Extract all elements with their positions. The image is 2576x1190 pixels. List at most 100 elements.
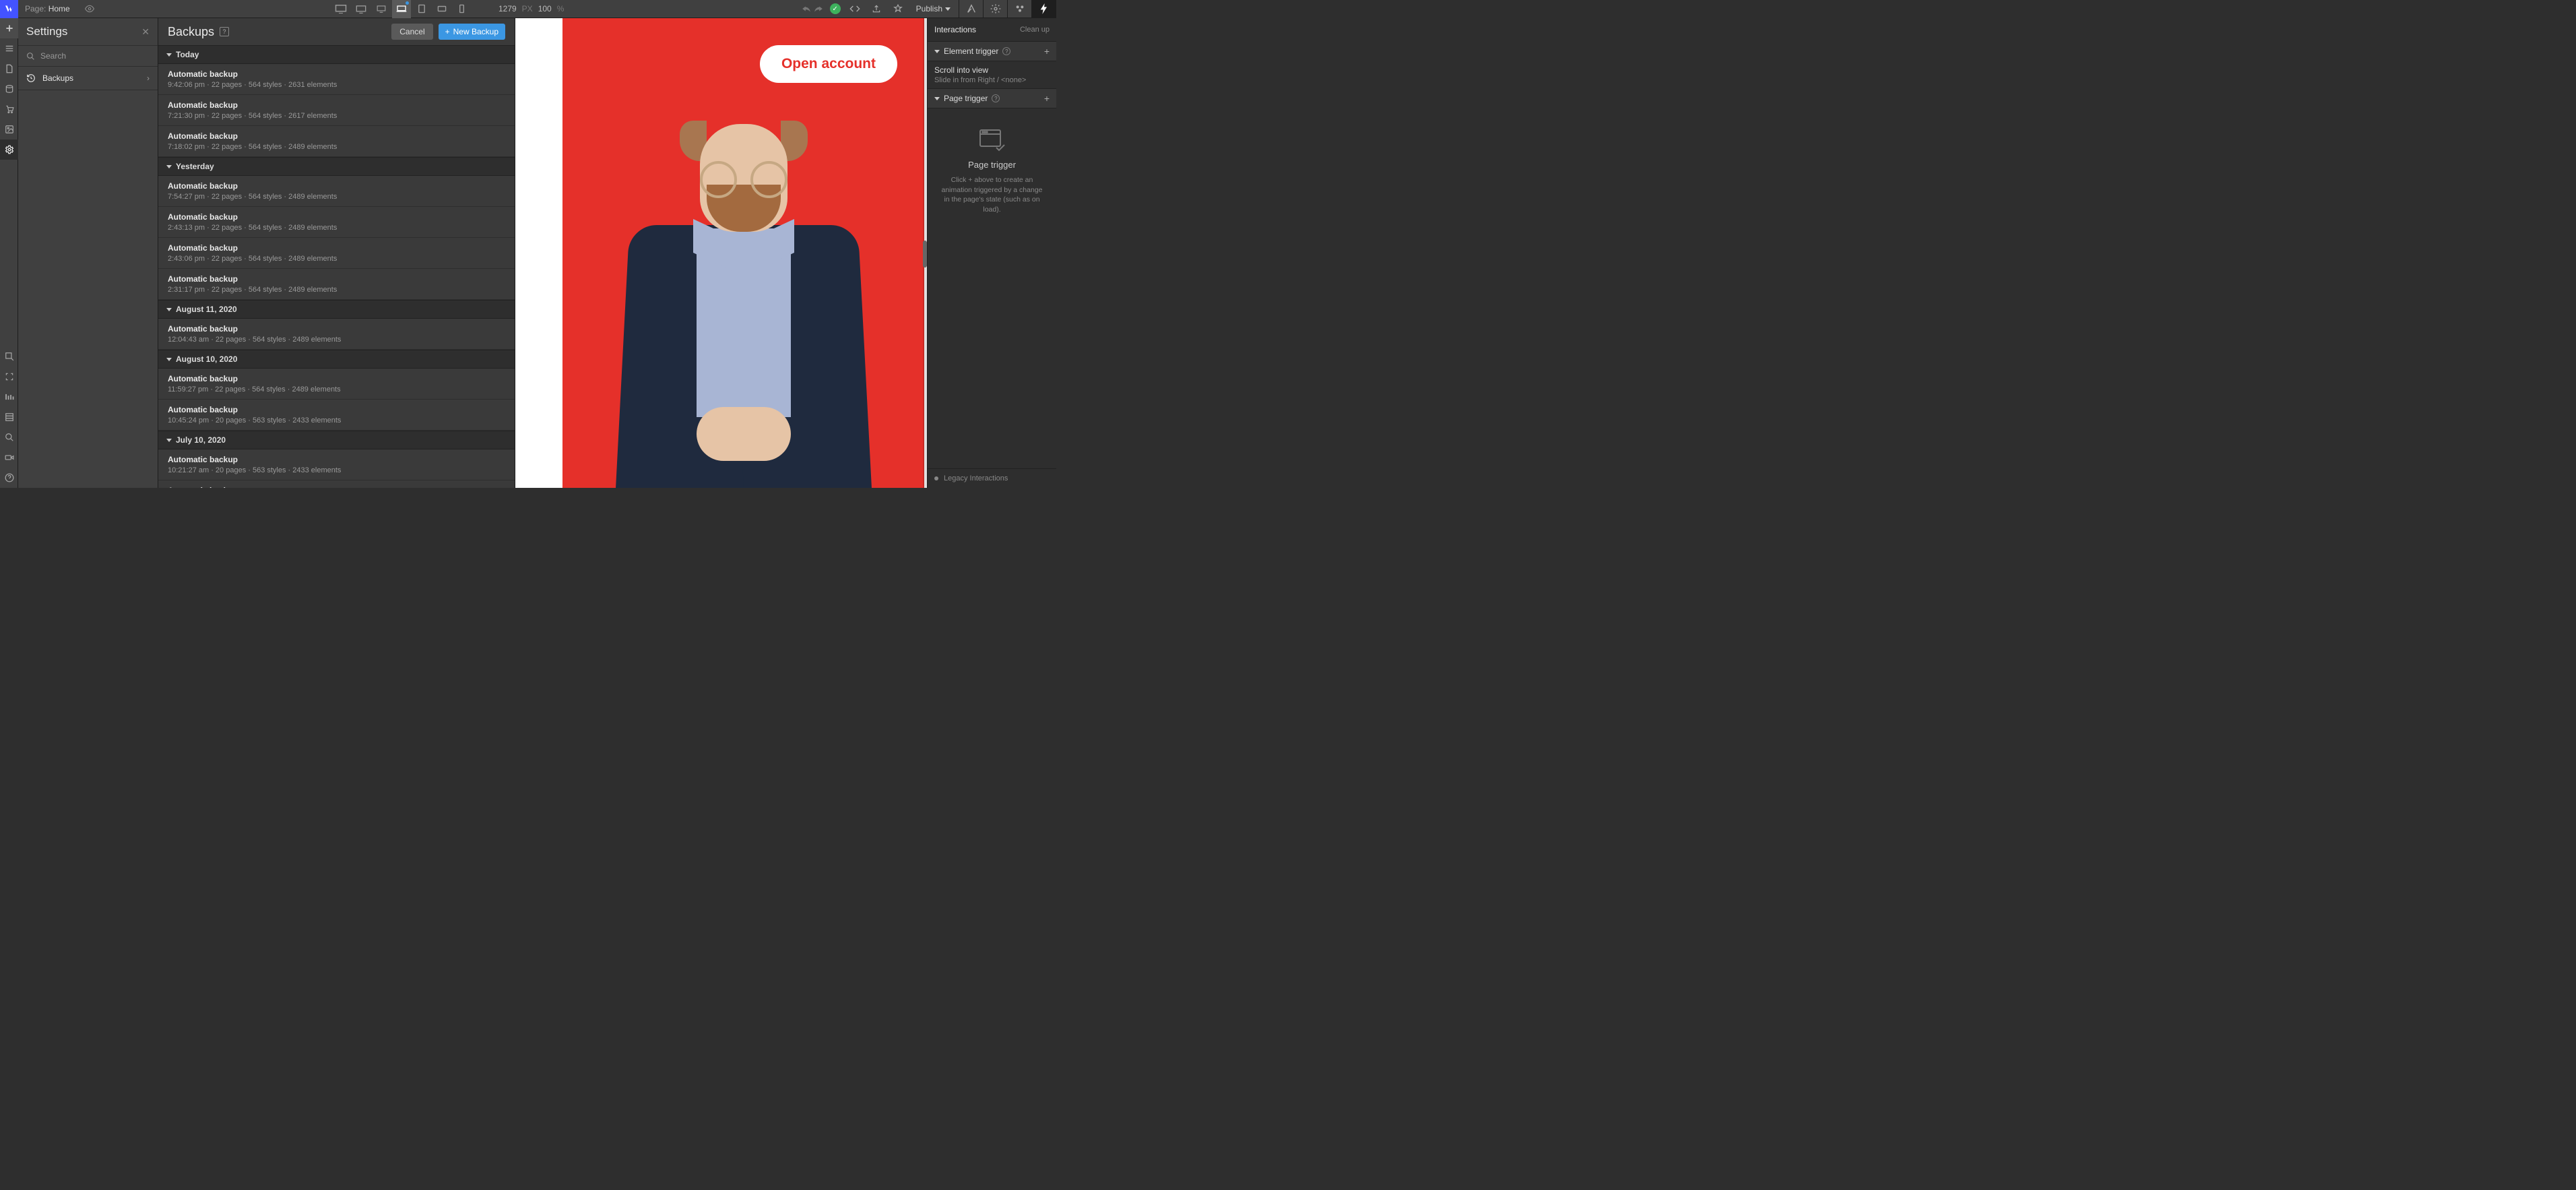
legacy-interactions[interactable]: Legacy Interactions <box>928 468 1056 488</box>
canvas[interactable]: Open account <box>515 18 927 488</box>
help-icon[interactable]: ? <box>1002 47 1010 55</box>
backup-row[interactable]: Automatic backup2:31:17 pm · 22 pages · … <box>158 269 515 300</box>
page-trigger-empty-state: Page trigger Click + above to create an … <box>928 108 1056 235</box>
settings-panel-icon[interactable] <box>984 0 1008 18</box>
backup-meta: 7:18:02 pm · 22 pages · 564 styles · 248… <box>168 143 505 151</box>
backups-list[interactable]: TodayAutomatic backup9:42:06 pm · 22 pag… <box>158 45 515 488</box>
tool-search-icon[interactable] <box>0 427 18 447</box>
backup-name: Automatic backup <box>168 405 505 414</box>
assets-icon[interactable] <box>0 119 18 139</box>
backup-group-header[interactable]: August 11, 2020 <box>158 300 515 319</box>
redo-icon[interactable] <box>814 5 823 13</box>
new-backup-button[interactable]: + New Backup <box>439 24 505 40</box>
tool-grid-icon[interactable] <box>0 407 18 427</box>
add-page-trigger-icon[interactable]: + <box>1044 93 1050 104</box>
navigator-icon[interactable] <box>0 38 18 59</box>
backup-group-header[interactable]: July 10, 2020 <box>158 431 515 449</box>
backups-title: Backups <box>168 25 214 39</box>
open-account-button[interactable]: Open account <box>760 45 897 83</box>
add-element-trigger-icon[interactable]: + <box>1044 46 1050 57</box>
style-manager-icon[interactable] <box>1008 0 1032 18</box>
close-icon[interactable]: ✕ <box>141 26 150 38</box>
help-icon[interactable]: ? <box>992 94 1000 102</box>
page-trigger-section[interactable]: Page trigger ? + <box>928 88 1056 108</box>
backup-row[interactable]: Automatic backup 12:04:43 am · 22 pages ·… <box>158 319 515 350</box>
device-desktop[interactable] <box>372 0 391 18</box>
backup-row[interactable]: Automatic backup2:43:06 pm · 22 pages · … <box>158 238 515 269</box>
caret-down-icon <box>934 50 940 53</box>
backup-meta: 10:21:27 am · 20 pages · 563 styles · 24… <box>168 466 505 474</box>
backup-row[interactable]: Automatic backup 10:45:24 pm · 20 pages ·… <box>158 400 515 431</box>
settings-gear-icon[interactable] <box>0 139 18 160</box>
backup-row[interactable]: Automatic backup 2:43:13 pm · 22 pages · … <box>158 207 515 238</box>
preview-icon[interactable] <box>85 4 94 13</box>
backup-group-header[interactable]: Yesterday <box>158 157 515 176</box>
backup-row[interactable]: Automatic backup7:21:30 pm · 22 pages · … <box>158 95 515 126</box>
backup-name: Automatic backup <box>168 274 505 284</box>
backups-panel: Backups ? Cancel + New Backup TodayAutom… <box>158 18 515 488</box>
tool-audit-icon[interactable] <box>0 387 18 407</box>
backup-row[interactable]: Automatic backup7:18:02 pm · 22 pages · … <box>158 126 515 157</box>
add-element-icon[interactable] <box>0 18 18 38</box>
interactions-panel-icon[interactable] <box>1032 0 1056 18</box>
backup-name: Automatic backup <box>168 212 505 222</box>
backup-row[interactable]: Automatic backup 10:21:27 am · 20 pages ·… <box>158 449 515 480</box>
group-label: Yesterday <box>176 162 214 171</box>
group-label: July 10, 2020 <box>176 435 226 445</box>
webflow-logo[interactable] <box>0 0 18 18</box>
backup-name: Automatic backup <box>168 374 505 383</box>
element-trigger-section[interactable]: Element trigger ? + <box>928 41 1056 61</box>
settings-panel: Settings ✕ Search Backups › <box>18 18 158 488</box>
audit-icon[interactable] <box>891 1 905 16</box>
backup-name: Automatic backup <box>168 69 505 79</box>
backup-group-header[interactable]: August 10, 2020 <box>158 350 515 369</box>
export-icon[interactable] <box>869 1 884 16</box>
ecommerce-icon[interactable] <box>0 99 18 119</box>
caret-down-icon <box>166 308 172 311</box>
publish-button[interactable]: Publish <box>912 4 955 13</box>
backup-meta: 2:43:13 pm · 22 pages · 564 styles · 248… <box>168 224 505 232</box>
cancel-button[interactable]: Cancel <box>391 24 432 40</box>
cleanup-button[interactable]: Clean up <box>1020 26 1050 34</box>
canvas-zoom[interactable]: 100 <box>538 4 552 13</box>
trigger-scroll-into-view[interactable]: Scroll into view Slide in from Right / <… <box>928 61 1056 88</box>
backup-meta: 7:54:27 pm · 22 pages · 564 styles · 248… <box>168 193 505 201</box>
caret-down-icon <box>166 439 172 442</box>
device-mobile[interactable] <box>453 0 472 18</box>
undo-icon[interactable] <box>802 5 811 13</box>
code-icon[interactable] <box>847 1 862 16</box>
backup-group-header[interactable]: Today <box>158 45 515 64</box>
settings-search[interactable]: Search <box>18 45 158 67</box>
backup-row[interactable]: Automatic backup10:19:47 am · 20 pages ·… <box>158 480 515 488</box>
settings-nav-backups[interactable]: Backups › <box>18 67 158 90</box>
canvas-width[interactable]: 1279 <box>498 4 517 13</box>
backup-meta: 7:21:30 pm · 22 pages · 564 styles · 261… <box>168 112 505 120</box>
scrollbar-thumb[interactable] <box>923 241 927 268</box>
group-label: August 11, 2020 <box>176 305 237 314</box>
device-laptop[interactable] <box>392 0 411 18</box>
tool-select-icon[interactable] <box>0 346 18 367</box>
style-panel-icon[interactable] <box>959 0 984 18</box>
cms-icon[interactable] <box>0 79 18 99</box>
tool-video-icon[interactable] <box>0 447 18 468</box>
backup-meta: 10:45:24 pm · 20 pages · 563 styles · 24… <box>168 416 505 425</box>
hero-image <box>616 97 872 488</box>
device-tablet[interactable] <box>412 0 431 18</box>
tool-focus-icon[interactable] <box>0 367 18 387</box>
pages-icon[interactable] <box>0 59 18 79</box>
device-desktop-lg[interactable] <box>352 0 371 18</box>
backup-name: Automatic backup <box>168 455 505 464</box>
device-mobile-landscape[interactable] <box>432 0 451 18</box>
backup-row[interactable]: Automatic backup 11:59:27 pm · 22 pages ·… <box>158 369 515 400</box>
backup-meta: 11:59:27 pm · 22 pages · 564 styles · 24… <box>168 385 505 394</box>
backup-row[interactable]: Automatic backup9:42:06 pm · 22 pages · … <box>158 64 515 95</box>
device-desktop-xl[interactable] <box>331 0 350 18</box>
backup-row[interactable]: Automatic backup7:54:27 pm · 22 pages · … <box>158 176 515 207</box>
help-badge-icon[interactable]: ? <box>220 27 229 36</box>
chevron-down-icon <box>945 7 951 11</box>
status-ok-icon[interactable]: ✓ <box>830 3 841 14</box>
backup-name: Automatic backup <box>168 324 505 334</box>
caret-down-icon <box>934 97 940 100</box>
backup-meta: 12:04:43 am · 22 pages · 564 styles · 24… <box>168 336 505 344</box>
help-icon[interactable] <box>0 468 18 488</box>
